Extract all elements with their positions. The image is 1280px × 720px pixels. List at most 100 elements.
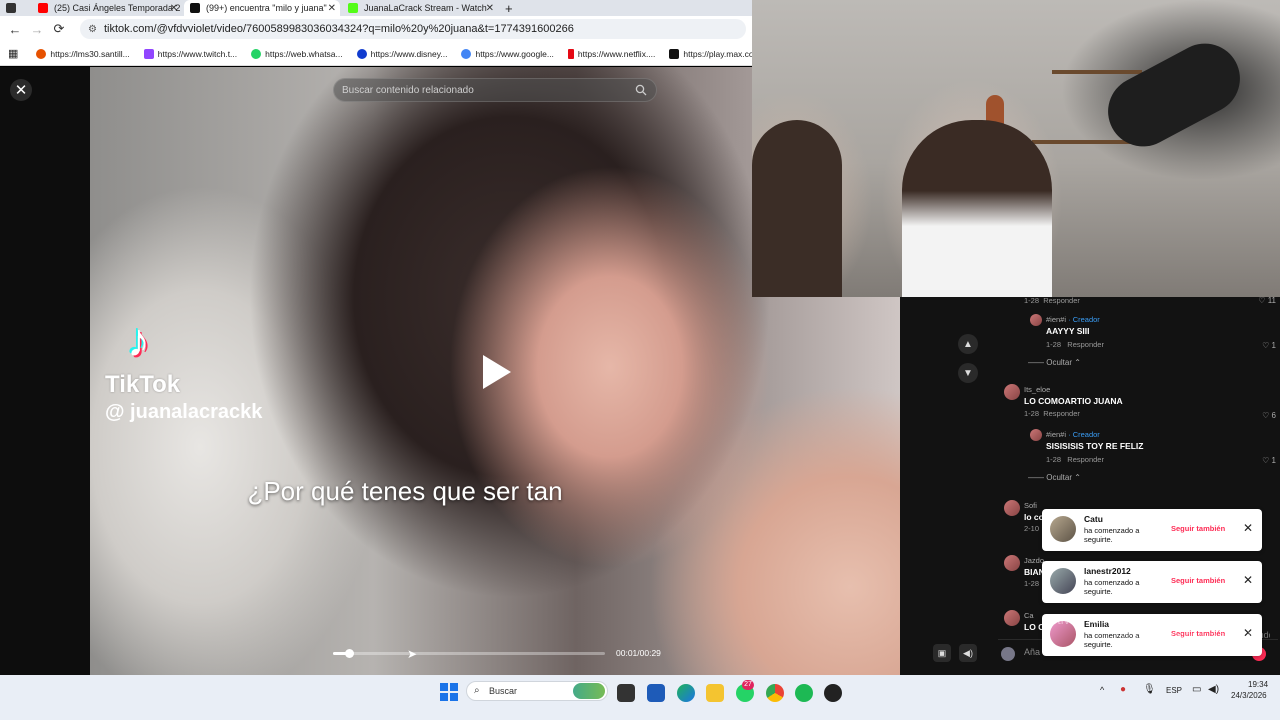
forward-button[interactable]: → [26,22,48,37]
avatar[interactable] [1050,516,1076,542]
tab-youtube[interactable]: (25) Casi Ángeles Temporada 2 ✕ [32,0,182,16]
reply-button[interactable]: Responder [1043,297,1080,305]
volume-icon[interactable]: ◀) [959,644,977,662]
close-icon[interactable]: ✕ [1243,573,1253,587]
avatar[interactable] [1004,500,1020,516]
address-url: tiktok.com/@vfdvviolet/video/76005899830… [104,23,574,35]
video-progress-bar[interactable] [333,649,605,658]
like-count[interactable]: ♡ 1 [1262,456,1276,465]
app-icon[interactable] [824,684,842,702]
back-button[interactable]: ← [4,22,26,37]
author-name: Jazdo [1024,556,1045,565]
address-bar[interactable]: ⚙ tiktok.com/@vfdvviolet/video/760058998… [80,19,746,39]
comment-input[interactable]: Aña [1024,647,1040,657]
tab-close-icon[interactable]: ✕ [170,3,178,14]
bookmark-label: https://www.netflix.... [577,48,656,59]
windows-start-icon[interactable] [440,683,458,701]
like-count[interactable]: ♡ 11 [1258,297,1276,305]
previous-video-button[interactable]: ▲ [958,334,978,354]
network-icon[interactable]: ▭ [1192,684,1201,695]
notification-message: ha comenzado a seguirte. [1084,526,1140,544]
notification-user: Catu [1084,514,1103,524]
tab-title: (25) Casi Ángeles Temporada 2 [54,3,181,13]
avatar[interactable] [1050,568,1076,594]
avatar[interactable] [1004,610,1020,626]
clock-time[interactable]: 19:34 [1248,680,1268,689]
mouse-cursor-icon: ➤ [407,647,418,661]
avatar[interactable] [1004,555,1020,571]
language-indicator[interactable]: ESP [1166,686,1182,695]
tab-bar: (25) Casi Ángeles Temporada 2 ✕ (99+) en… [0,0,752,16]
comment-text: AAYYY SIII [1046,326,1090,336]
tiktok-logo-icon: ♪ [127,314,150,366]
bookmarks-bar: ▦ https://lms30.santill... https://www.t… [0,42,761,66]
disney-icon [356,48,367,59]
shelf [1052,70,1142,74]
author-name: Sofi [1024,501,1037,510]
youtube-icon [38,3,48,13]
person-right [902,120,1052,297]
like-count-value: 6 [1271,411,1276,420]
bookmark-max[interactable]: https://play.max.co... [669,48,761,59]
close-button[interactable]: ✕ [10,79,32,101]
chrome-icon[interactable] [766,684,784,702]
author-name: Ca [1024,611,1034,620]
hide-replies-button[interactable]: —— Ocultar ⌃ [1028,358,1081,367]
task-view-icon[interactable] [617,684,635,702]
like-count[interactable]: ♡ 1 [1262,341,1276,350]
close-icon[interactable]: ✕ [1243,521,1253,535]
tab-kick[interactable]: JuanaLaCrack Stream - Watch ✕ [342,0,498,16]
file-explorer-icon[interactable] [706,684,724,702]
hide-replies-button[interactable]: —— Ocultar ⌃ [1028,473,1081,482]
search-icon[interactable] [635,84,647,96]
clock-date[interactable]: 24/3/2026 [1231,691,1267,700]
bookmark-twitch[interactable]: https://www.twitch.t... [143,48,237,59]
security-icon[interactable]: ● [1120,684,1126,695]
bookmark-label: https://play.max.co... [683,48,761,59]
hide-label: Ocultar ⌃ [1046,473,1081,482]
reply-button[interactable]: Responder [1067,455,1104,464]
taskbar-search[interactable]: ⌕ Buscar [466,681,608,701]
tab-close-icon[interactable]: ✕ [486,3,494,14]
edge-icon[interactable] [677,684,695,702]
volume-icon[interactable]: ◀) [1208,684,1219,695]
bookmark-whatsapp[interactable]: https://web.whatsa... [251,48,343,59]
tab-menu-button[interactable] [0,0,30,16]
spotify-icon[interactable] [795,684,813,702]
avatar[interactable] [1004,384,1020,400]
tab-close-icon[interactable]: ✕ [328,3,336,14]
like-count-value: 1 [1271,456,1276,465]
avatar[interactable] [1030,429,1042,441]
like-count[interactable]: ♡ 6 [1262,411,1276,420]
tiktok-icon [190,3,200,13]
bookmark-netflix[interactable]: https://www.netflix.... [567,48,656,59]
browser-toolbar: ← → ⟳ ⚙ tiktok.com/@vfdvviolet/video/760… [0,16,752,42]
bookmark-santillana[interactable]: https://lms30.santill... [36,48,130,59]
reply-button[interactable]: Responder [1043,409,1080,418]
store-icon[interactable] [647,684,665,702]
whatsapp-icon [251,48,262,59]
follow-back-button[interactable]: Seguir también [1171,524,1225,533]
follow-back-button[interactable]: Seguir también [1171,576,1225,585]
avatar[interactable] [1030,314,1042,326]
miniplayer-icon[interactable]: ▣ [933,644,951,662]
next-video-button[interactable]: ▼ [958,363,978,383]
apps-grid-icon[interactable]: ▦ [8,47,18,60]
site-info-icon[interactable]: ⚙ [88,24,97,35]
new-tab-button[interactable]: + [505,0,521,16]
bookmark-google[interactable]: https://www.google... [461,48,554,59]
play-icon[interactable] [483,355,511,389]
tray-chevron-icon[interactable]: ^ [1100,685,1104,695]
related-search-input[interactable]: Buscar contenido relacionado [333,78,657,102]
reply-button[interactable]: Responder [1067,340,1104,349]
tab-tiktok[interactable]: (99+) encuentra "milo y juana" ✕ [184,0,340,16]
comment-author: #ien#i · Creador [1046,315,1100,324]
bookmark-disney[interactable]: https://www.disney... [356,48,447,59]
search-placeholder: Buscar contenido relacionado [342,84,474,96]
tab-title: (99+) encuentra "milo y juana" [206,3,327,13]
bookmark-label: https://www.google... [475,48,554,59]
follow-notification: lanestr2012 ha comenzado a seguirte. Seg… [1042,561,1262,603]
reload-button[interactable]: ⟳ [48,21,70,37]
microphone-icon[interactable]: 🎙 [1143,684,1156,695]
notification-message: ha comenzado a seguirte. [1084,578,1140,596]
